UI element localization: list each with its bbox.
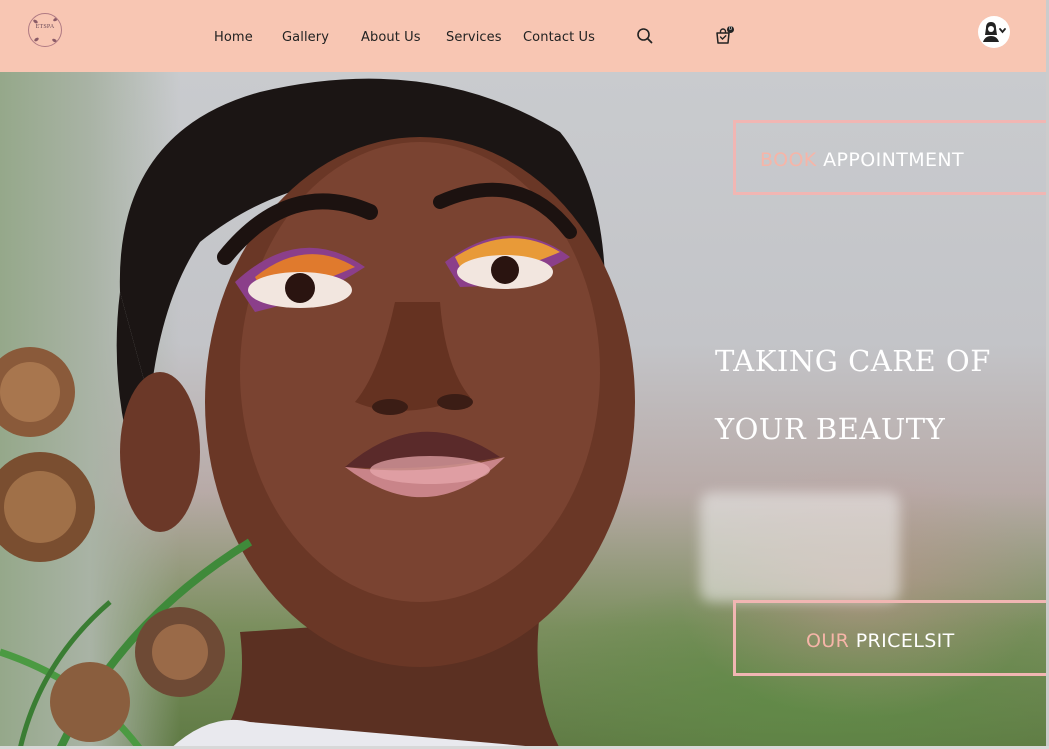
hero-background-building (700, 492, 900, 602)
hero-headline-line-1: TAKING CARE OF (715, 344, 991, 378)
hero-section: BOOK APPOINTMENT TAKING CARE OF YOUR BEA… (0, 72, 1046, 749)
nav-gallery[interactable]: Gallery (282, 30, 329, 45)
site-header: ETSPA Home Gallery About Us Services Con… (0, 0, 1046, 72)
price-list-accent-text: OUR (806, 630, 856, 652)
book-appointment-accent-text: BOOK (760, 149, 824, 171)
nav-about-us[interactable]: About Us (361, 30, 421, 45)
nav-home[interactable]: Home (214, 30, 253, 45)
hero-headline-line-2: YOUR BEAUTY (715, 412, 946, 446)
chevron-down-icon (999, 28, 1006, 34)
logo-leaf-decoration (51, 37, 58, 44)
logo-text: ETSPA (35, 24, 55, 30)
logo-leaf-decoration (33, 36, 40, 43)
search-icon[interactable] (636, 27, 654, 45)
user-avatar-icon[interactable] (978, 16, 1010, 48)
price-list-main-text: PRICELSIT (855, 630, 955, 652)
book-appointment-main-text: APPOINTMENT (823, 149, 965, 171)
nav-services[interactable]: Services (446, 30, 502, 45)
logo-leaf-decoration (52, 16, 59, 23)
book-appointment-button[interactable]: BOOK APPOINTMENT (733, 120, 1046, 195)
brand-logo[interactable]: ETSPA (28, 13, 62, 47)
price-list-button[interactable]: OUR PRICELSIT (733, 600, 1046, 676)
cart-count-badge: 0 (727, 26, 734, 33)
nav-contact-us[interactable]: Contact Us (523, 30, 595, 45)
hero-flower-decoration (0, 347, 253, 749)
